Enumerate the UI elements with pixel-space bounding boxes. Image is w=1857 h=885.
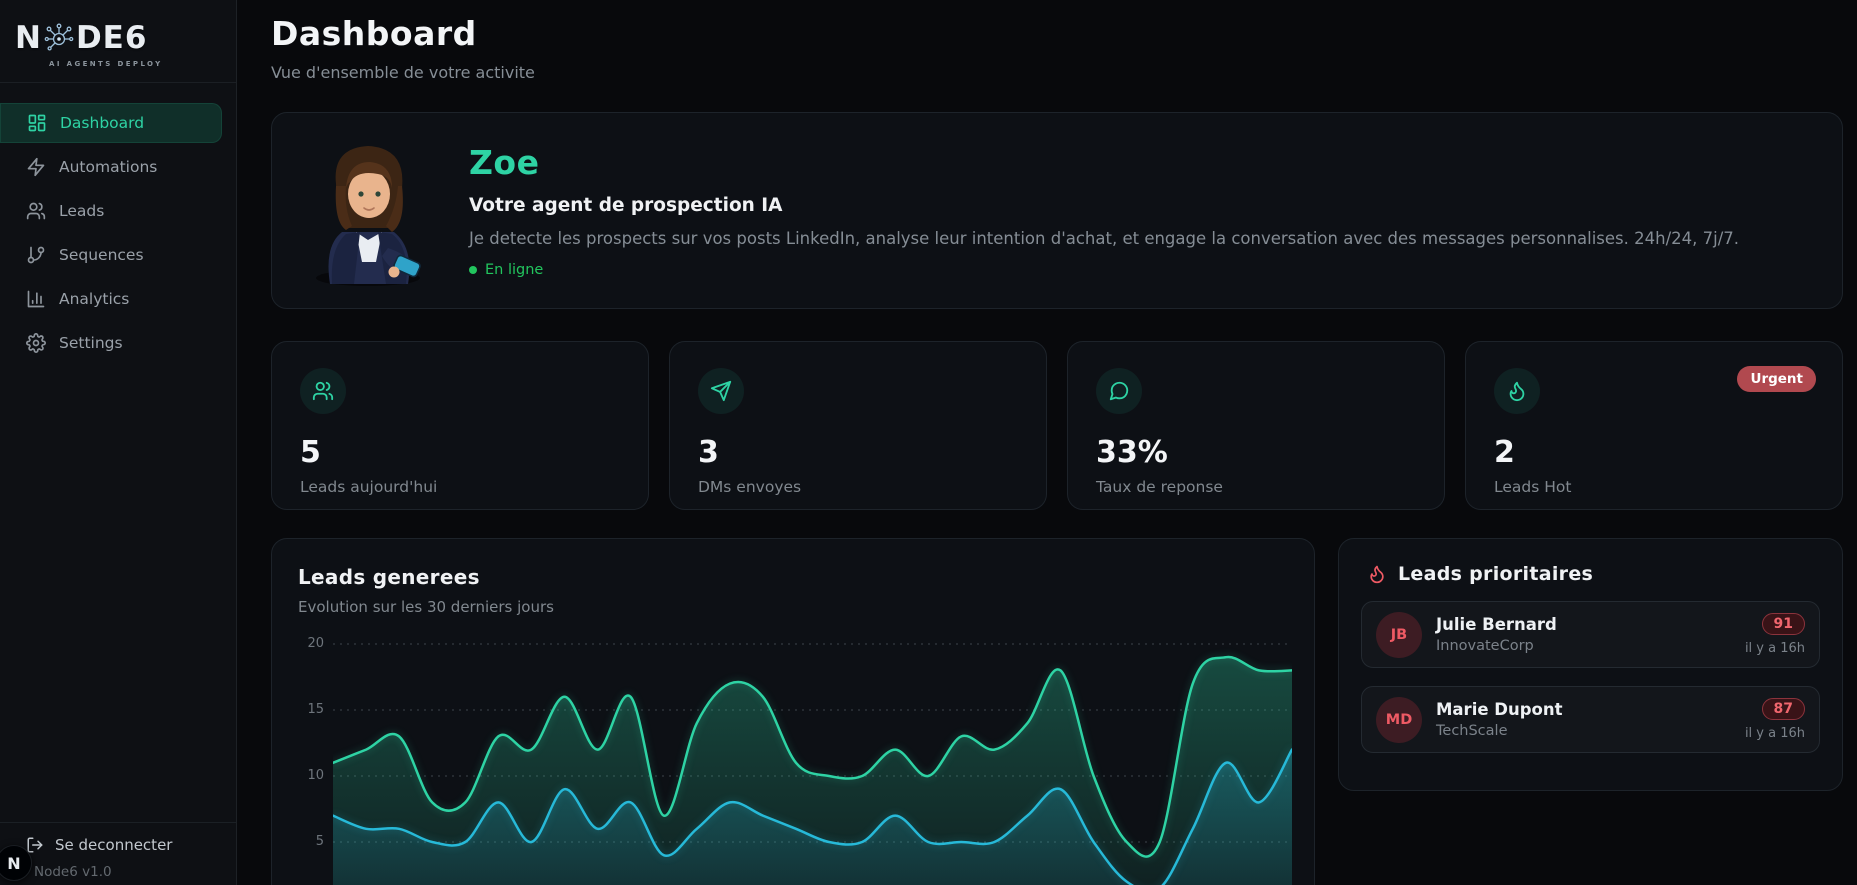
priority-leads-card: Leads prioritaires JB Julie Bernard Inno…: [1338, 538, 1843, 791]
agent-hero-card: Zoe Votre agent de prospection IA Je det…: [271, 112, 1843, 309]
sidebar-item-label: Settings: [59, 334, 123, 352]
sidebar-item-label: Leads: [59, 202, 105, 220]
lead-score-badge: 87: [1761, 698, 1805, 720]
lead-info: Julie Bernard InnovateCorp: [1436, 615, 1731, 654]
stat-card-leads-today: 5 Leads aujourd'hui: [271, 341, 649, 510]
online-status-dot: [469, 266, 477, 274]
sidebar-item-dashboard[interactable]: Dashboard: [0, 103, 222, 143]
stat-label: DMs envoyes: [698, 478, 802, 496]
chart-subtitle: Evolution sur les 30 derniers jours: [298, 598, 554, 616]
stat-label: Leads aujourd'hui: [300, 478, 438, 496]
lead-row-julie-bernard[interactable]: JB Julie Bernard InnovateCorp 91 il y a …: [1361, 601, 1820, 668]
urgent-badge: Urgent: [1737, 366, 1816, 392]
leads-chart-card: Leads generees Evolution sur les 30 dern…: [271, 538, 1315, 885]
lead-time: il y a 16h: [1744, 641, 1805, 656]
stat-value: 2: [1494, 435, 1515, 470]
sidebar-item-label: Sequences: [59, 246, 144, 264]
page-subtitle: Vue d'ensemble de votre activite: [271, 63, 535, 82]
y-axis-label: 5: [315, 834, 324, 849]
lead-name: Julie Bernard: [1436, 615, 1557, 634]
stats-row: 5 Leads aujourd'hui 3 DMs envoyes 33% Ta…: [271, 341, 1843, 510]
molecule-network-icon: [44, 23, 74, 53]
sidebar-item-leads[interactable]: Leads: [0, 191, 222, 231]
y-axis-label: 15: [307, 702, 324, 717]
stat-value: 3: [698, 435, 719, 470]
flame-icon: [1494, 368, 1540, 414]
sidebar-item-settings[interactable]: Settings: [0, 323, 222, 363]
bar-chart-icon: [26, 289, 46, 309]
logout-label: Se deconnecter: [55, 836, 173, 854]
agent-description: Je detecte les prospects sur vos posts L…: [469, 229, 1740, 248]
agent-name: Zoe: [469, 143, 540, 182]
logo-text-de6: DE6: [75, 20, 148, 56]
zap-icon: [26, 157, 46, 177]
agent-info: Zoe Votre agent de prospection IA Je det…: [469, 143, 1739, 278]
lead-score-badge: 91: [1761, 613, 1805, 635]
agent-role: Votre agent de prospection IA: [469, 195, 783, 216]
app-root: N DE6 AI AGENTS DEPLOY Dashboard Automat…: [0, 0, 1857, 885]
lead-meta: 87 il y a 16h: [1745, 698, 1805, 741]
git-branch-icon: [26, 245, 46, 265]
stat-label: Taux de reponse: [1096, 478, 1223, 496]
stat-card-dms-sent: 3 DMs envoyes: [669, 341, 1047, 510]
app-version: Node6 v1.0: [34, 864, 112, 880]
priority-leads-title: Leads prioritaires: [1398, 563, 1594, 585]
sidebar-footer: Se deconnecter Node6 v1.0: [0, 822, 236, 885]
stat-card-hot-leads: Urgent 2 Leads Hot: [1465, 341, 1843, 510]
chat-bubble-icon: [1096, 368, 1142, 414]
send-icon: [698, 368, 744, 414]
lead-meta: 91 il y a 16h: [1745, 613, 1805, 656]
avatar: MD: [1376, 696, 1422, 743]
stat-label: Leads Hot: [1494, 478, 1572, 496]
brand-logo: N DE6 AI AGENTS DEPLOY: [0, 0, 236, 83]
chat-widget-letter: N: [7, 853, 21, 873]
chart-plot: [333, 643, 1292, 885]
chart-title: Leads generees: [298, 565, 480, 589]
lead-name: Marie Dupont: [1436, 700, 1563, 719]
lead-company: TechScale: [1436, 723, 1508, 739]
sidebar-item-sequences[interactable]: Sequences: [0, 235, 222, 275]
logo-text-n: N: [15, 20, 42, 56]
sidebar-item-automations[interactable]: Automations: [0, 147, 222, 187]
online-status-label: En ligne: [485, 262, 544, 278]
area-chart: 20 15 10 5: [298, 629, 1292, 885]
lead-company: InnovateCorp: [1436, 638, 1534, 654]
avatar: JB: [1376, 611, 1422, 658]
lead-time: il y a 16h: [1744, 726, 1805, 741]
sidebar-item-analytics[interactable]: Analytics: [0, 279, 222, 319]
agent-status: En ligne: [469, 262, 1739, 278]
logo-tagline: AI AGENTS DEPLOY: [49, 60, 163, 68]
users-icon: [26, 201, 46, 221]
stat-value: 33%: [1096, 435, 1168, 470]
agent-avatar: [302, 136, 437, 286]
page-title: Dashboard: [271, 14, 477, 53]
logout-icon: [26, 836, 44, 854]
stat-card-response-rate: 33% Taux de reponse: [1067, 341, 1445, 510]
logout-button[interactable]: Se deconnecter: [26, 836, 236, 854]
lead-info: Marie Dupont TechScale: [1436, 700, 1731, 739]
stat-value: 5: [300, 435, 321, 470]
sidebar: N DE6 AI AGENTS DEPLOY Dashboard Automat…: [0, 0, 237, 885]
users-icon: [300, 368, 346, 414]
dashboard-grid-icon: [27, 113, 47, 133]
y-axis-label: 10: [307, 768, 324, 783]
sidebar-nav: Dashboard Automations Leads Sequences An…: [0, 99, 236, 367]
sidebar-item-label: Dashboard: [60, 114, 145, 132]
bottom-row: Leads generees Evolution sur les 30 dern…: [271, 538, 1843, 885]
flame-icon: [1367, 564, 1387, 584]
sidebar-item-label: Automations: [59, 158, 158, 176]
main-content: Dashboard Vue d'ensemble de votre activi…: [237, 0, 1857, 885]
sidebar-item-label: Analytics: [59, 290, 130, 308]
lead-row-marie-dupont[interactable]: MD Marie Dupont TechScale 87 il y a 16h: [1361, 686, 1820, 753]
priority-leads-header: Leads prioritaires: [1361, 563, 1820, 585]
y-axis-label: 20: [307, 636, 324, 651]
gear-icon: [26, 333, 46, 353]
